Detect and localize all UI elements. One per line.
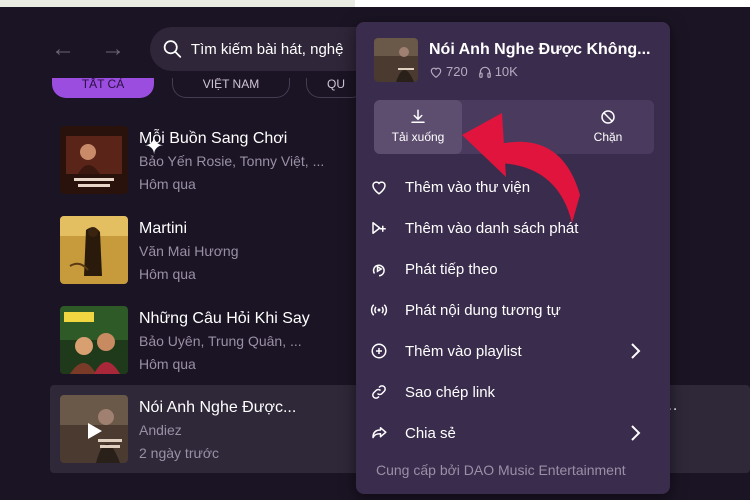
menu-action-bar: Tải xuống Chặn	[374, 100, 654, 154]
list-item[interactable]: Mỗi Buồn Sang Chơi Bảo Yến Rosie, Tonny …	[50, 120, 370, 198]
chip-international[interactable]: QU	[306, 78, 360, 98]
menu-item-share[interactable]: Chia sẻ	[370, 418, 658, 448]
song-artist[interactable]: Andiez	[139, 422, 182, 438]
plus-circle-icon	[371, 343, 387, 359]
chevron-right-icon	[631, 343, 641, 359]
song-time: Hôm qua	[139, 176, 196, 192]
song-title[interactable]: Martini	[139, 220, 187, 238]
download-label: Tải xuống	[391, 130, 445, 144]
headphones-icon	[478, 66, 491, 78]
download-icon	[411, 109, 425, 123]
menu-provider-credit: Cung cấp bởi DAO Music Entertainment	[376, 462, 626, 478]
menu-item-label: Thêm vào playlist	[405, 342, 522, 360]
song-title[interactable]: Nói Anh Nghe Được...	[139, 399, 296, 417]
menu-item-label: Phát nội dung tương tự	[405, 301, 561, 319]
song-time: 2 ngày trước	[139, 445, 220, 461]
link-icon	[372, 385, 386, 399]
song-time: Hôm qua	[139, 266, 196, 282]
list-item[interactable]: Martini Văn Mai Hương Hôm qua	[50, 210, 370, 288]
menu-stats: 720 10K	[429, 64, 528, 79]
menu-item-add-queue[interactable]: Thêm vào danh sách phát	[370, 213, 658, 243]
song-artist[interactable]: Bảo Uyên, Trung Quân, ...	[139, 333, 302, 349]
heart-icon	[372, 181, 386, 195]
song-context-menu: Nói Anh Nghe Được Không... 720 10K Tải x…	[356, 22, 670, 494]
menu-item-add-playlist[interactable]: Thêm vào playlist	[370, 336, 658, 366]
song-artist[interactable]: Bảo Yến Rosie, Tonny Việt, ...	[139, 153, 324, 169]
menu-item-copy-link[interactable]: Sao chép link	[370, 377, 658, 407]
heart-icon	[430, 67, 442, 78]
song-artist[interactable]: Văn Mai Hương	[139, 243, 238, 259]
chip-all[interactable]: TẤT CẢ	[52, 78, 154, 98]
album-cover	[60, 126, 128, 194]
album-cover	[60, 306, 128, 374]
list-item[interactable]: Những Câu Hỏi Khi Say Bảo Uyên, Trung Qu…	[50, 300, 370, 378]
menu-item-play-similar[interactable]: Phát nội dung tương tự	[370, 295, 658, 325]
like-count: 720	[446, 64, 468, 79]
chip-vietnam[interactable]: VIỆT NAM	[172, 78, 290, 98]
album-cover	[60, 216, 128, 284]
menu-album-cover	[374, 38, 418, 82]
lyrics-button[interactable]	[464, 100, 564, 154]
download-button[interactable]: Tải xuống	[374, 100, 462, 154]
menu-item-label: Sao chép link	[405, 383, 496, 401]
menu-item-label: Phát tiếp theo	[405, 260, 498, 278]
listen-count: 10K	[494, 64, 518, 79]
play-next-icon	[372, 264, 385, 277]
search-icon	[163, 40, 182, 58]
block-label: Chặn	[593, 130, 623, 144]
add-to-queue-icon	[372, 222, 386, 234]
menu-song-title: Nói Anh Nghe Được Không...	[429, 41, 651, 58]
album-cover	[60, 395, 128, 463]
share-icon	[372, 427, 387, 439]
block-icon	[601, 110, 615, 124]
song-time: Hôm qua	[139, 356, 196, 372]
menu-item-label: Thêm vào danh sách phát	[405, 219, 579, 237]
sparkle-icon: ✦	[144, 133, 165, 160]
back-arrow-icon[interactable]: ←	[50, 37, 76, 61]
menu-item-add-library[interactable]: Thêm vào thư viện	[370, 172, 658, 202]
window-top-strip	[0, 0, 750, 7]
forward-arrow-icon[interactable]: →	[100, 37, 126, 61]
menu-item-label: Chia sẻ	[405, 424, 456, 442]
filter-chips: TẤT CẢ VIỆT NAM QU	[0, 78, 360, 98]
menu-item-play-next[interactable]: Phát tiếp theo	[370, 254, 658, 284]
block-button[interactable]: Chặn	[564, 100, 652, 154]
broadcast-icon	[370, 304, 388, 316]
chevron-right-icon	[631, 425, 641, 441]
song-title[interactable]: Những Câu Hỏi Khi Say	[139, 310, 310, 328]
menu-item-label: Thêm vào thư viện	[405, 178, 531, 196]
